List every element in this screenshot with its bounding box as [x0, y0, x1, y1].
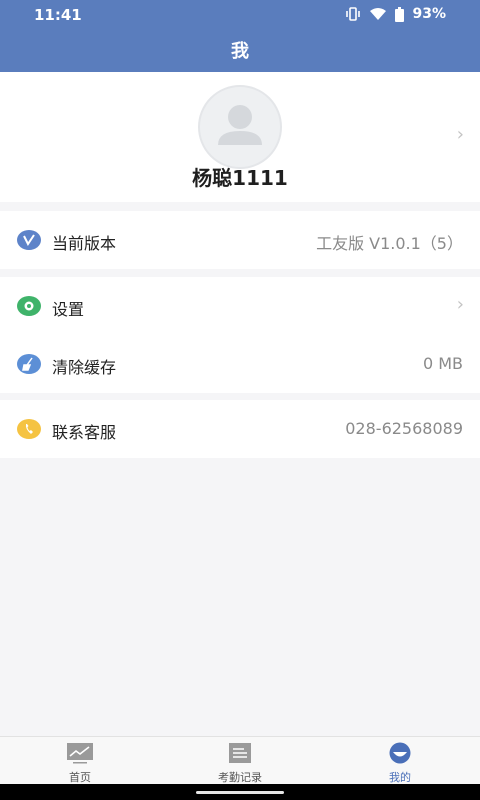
bottom-nav: 首页 考勤记录 我的: [0, 736, 480, 784]
tab-attendance[interactable]: 考勤记录: [160, 737, 320, 785]
contact-phone[interactable]: 028-62568089: [345, 419, 463, 438]
gesture-area: [0, 784, 480, 800]
contact-support-row[interactable]: 联系客服 028-62568089: [0, 400, 480, 458]
settings-row[interactable]: 设置 ›: [0, 277, 480, 335]
status-time: 11:41: [34, 6, 82, 24]
username: 杨聪1111: [192, 166, 288, 190]
gesture-bar[interactable]: [196, 791, 284, 794]
wifi-icon: [369, 7, 387, 21]
battery-icon: [395, 6, 405, 22]
cache-size: 0 MB: [422, 354, 463, 373]
version-icon: [17, 230, 41, 250]
settings-section: 设置 › 清除缓存 0 MB: [0, 277, 480, 393]
clear-cache-row[interactable]: 清除缓存 0 MB: [0, 335, 480, 393]
version-row[interactable]: 当前版本 工友版 V1.0.1（5）: [0, 211, 480, 269]
tab-attendance-label: 考勤记录: [218, 771, 262, 784]
chevron-right-icon: ›: [456, 124, 464, 145]
chart-icon: [66, 742, 94, 764]
document-icon: [226, 742, 254, 764]
version-value: 工友版 V1.0.1（5）: [316, 234, 463, 253]
settings-label: 设置: [52, 300, 85, 319]
clear-cache-label: 清除缓存: [52, 358, 117, 377]
tab-mine[interactable]: 我的: [320, 737, 480, 785]
version-section: 当前版本 工友版 V1.0.1（5）: [0, 211, 480, 269]
app-bar: 我: [0, 32, 480, 72]
profile-card[interactable]: 杨聪1111 ›: [0, 72, 480, 202]
default-user-icon: [218, 105, 262, 145]
tab-mine-label: 我的: [389, 771, 411, 784]
phone-icon: [17, 419, 41, 439]
status-icons: 93%: [345, 6, 446, 22]
contact-support-label: 联系客服: [52, 423, 117, 442]
broom-icon: [17, 354, 41, 374]
page-title: 我: [231, 41, 249, 62]
avatar[interactable]: [198, 85, 282, 169]
user-face-icon: [386, 742, 414, 764]
vibrate-icon: [345, 7, 361, 21]
gear-icon: [17, 296, 41, 316]
status-bar: 11:41 93%: [0, 0, 480, 32]
contact-section: 联系客服 028-62568089: [0, 400, 480, 458]
tab-home-label: 首页: [69, 771, 91, 784]
version-label: 当前版本: [52, 234, 117, 253]
chevron-right-icon: ›: [456, 294, 464, 315]
tab-home[interactable]: 首页: [0, 737, 160, 785]
battery-percent: 93%: [412, 6, 446, 22]
